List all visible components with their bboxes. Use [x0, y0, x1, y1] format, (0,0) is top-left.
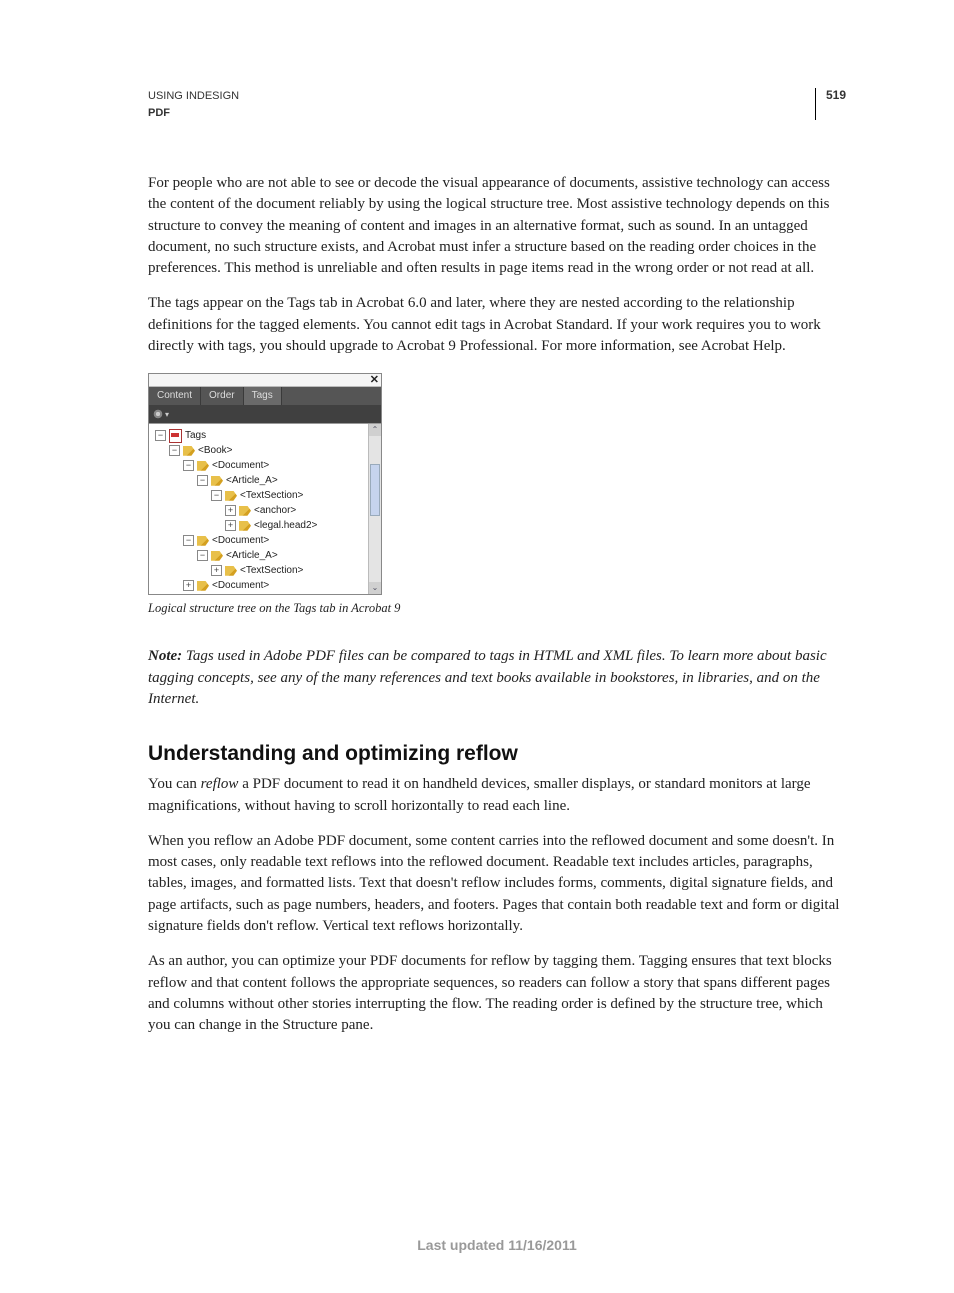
tab-tags[interactable]: Tags — [244, 387, 282, 405]
tab-content[interactable]: Content — [149, 387, 201, 405]
tree-node[interactable]: −<Book> — [155, 443, 381, 458]
tree-node[interactable]: −<Article_A> — [155, 548, 381, 563]
tree-node[interactable]: +<legal.head2> — [155, 518, 381, 533]
tag-icon — [197, 536, 209, 546]
gear-icon[interactable] — [153, 409, 163, 419]
panel-tabs: Content Order Tags — [149, 387, 381, 405]
body-paragraph: You can reflow a PDF document to read it… — [148, 774, 846, 817]
page-footer: Last updated 11/16/2011 — [148, 1237, 846, 1253]
note-label: Note: — [148, 648, 182, 664]
note-body: Tags used in Adobe PDF files can be comp… — [148, 648, 827, 707]
figure-caption: Logical structure tree on the Tags tab i… — [148, 601, 846, 616]
tags-tree: −Tags −<Book> −<Document> −<Article_A> −… — [149, 424, 381, 594]
tree-node[interactable]: −<TextSection> — [155, 488, 381, 503]
tag-icon — [239, 521, 251, 531]
pdf-icon — [169, 429, 182, 443]
scroll-down-icon[interactable]: ⌄ — [369, 582, 381, 594]
body-paragraph: For people who are not able to see or de… — [148, 173, 846, 279]
tags-panel: ✕ Content Order Tags ▾ ⌃ ⌄ −Tags −<Book>… — [148, 373, 382, 595]
body-paragraph: When you reflow an Adobe PDF document, s… — [148, 831, 846, 937]
tree-node[interactable]: +<TextSection> — [155, 563, 381, 578]
tree-node[interactable]: −<Article_A> — [155, 473, 381, 488]
tag-icon — [225, 491, 237, 501]
tree-node-root[interactable]: −Tags — [155, 428, 381, 443]
tab-order[interactable]: Order — [201, 387, 244, 405]
note-paragraph: Note: Tags used in Adobe PDF files can b… — [148, 646, 846, 710]
tag-icon — [211, 476, 223, 486]
tag-icon — [183, 446, 195, 456]
scroll-thumb[interactable] — [370, 464, 380, 516]
page-header: USING INDESIGN PDF 519 — [148, 88, 846, 121]
tag-icon — [211, 551, 223, 561]
page-number: 519 — [815, 88, 846, 120]
tree-node[interactable]: +<Document> — [155, 578, 381, 593]
header-section: PDF — [148, 105, 239, 122]
header-product: USING INDESIGN — [148, 88, 239, 105]
close-icon[interactable]: ✕ — [370, 373, 379, 386]
tag-icon — [239, 506, 251, 516]
body-paragraph: The tags appear on the Tags tab in Acrob… — [148, 293, 846, 357]
tag-icon — [225, 566, 237, 576]
tree-node[interactable]: +<anchor> — [155, 503, 381, 518]
scrollbar[interactable]: ⌃ ⌄ — [368, 424, 381, 594]
dropdown-icon[interactable]: ▾ — [165, 410, 169, 419]
tree-node[interactable]: −<Document> — [155, 458, 381, 473]
tree-node[interactable]: −<Document> — [155, 533, 381, 548]
section-heading: Understanding and optimizing reflow — [148, 742, 846, 766]
tag-icon — [197, 461, 209, 471]
tag-icon — [197, 581, 209, 591]
panel-toolbar: ▾ — [149, 405, 381, 423]
body-paragraph: As an author, you can optimize your PDF … — [148, 951, 846, 1036]
emphasis: reflow — [201, 776, 239, 792]
scroll-up-icon[interactable]: ⌃ — [369, 424, 381, 436]
